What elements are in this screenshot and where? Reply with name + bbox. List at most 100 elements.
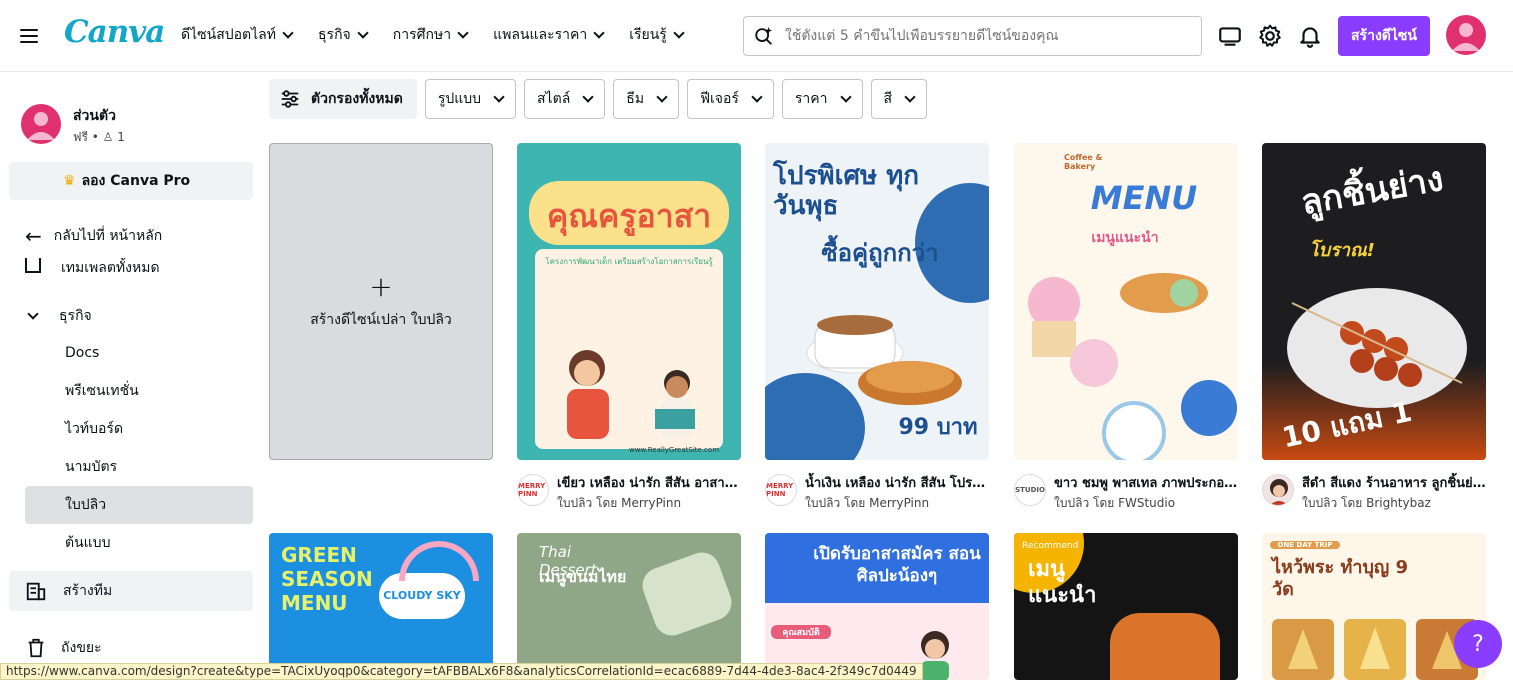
- template-creator[interactable]: ใบปลิว โดย MerryPinn: [557, 494, 681, 513]
- filter-label: สี: [883, 91, 893, 107]
- sidebar-item-presentations[interactable]: พรีเซนเทชั่น: [25, 372, 253, 410]
- poster-title: โปรพิเศษ ทุกวันพุธ: [773, 161, 920, 221]
- filter-label: สไตล์: [537, 91, 571, 107]
- poster-subtitle: ONE DAY TRIP: [1270, 541, 1340, 549]
- create-team-button[interactable]: สร้างทีม: [9, 571, 253, 611]
- template-thumbnail[interactable]: ลูกชิ้นย่าง โบราณ! 10 แถม 1: [1262, 143, 1486, 460]
- create-design-button[interactable]: สร้างดีไซน์: [1338, 16, 1430, 56]
- bakery-illustration: [1028, 273, 1237, 460]
- template-thumbnail[interactable]: ONE DAY TRIP ไหว้พระ ทำบุญ 9 วัด: [1262, 533, 1486, 680]
- search-input[interactable]: [785, 28, 1185, 44]
- gear-icon[interactable]: [1257, 23, 1283, 49]
- back-to-home-link[interactable]: ← กลับไปที่ หน้าหลัก: [25, 224, 162, 248]
- bell-icon[interactable]: [1297, 23, 1323, 49]
- poster-subtitle: CLOUDY SKY: [383, 589, 461, 602]
- template-creator[interactable]: ใบปลิว โดย FWStudio: [1054, 494, 1175, 513]
- template-meta: MERRY PINN เขียว เหลือง น่ารัก สีสัน อาส…: [517, 472, 741, 512]
- filter-style[interactable]: สไตล์: [524, 79, 606, 119]
- template-thumbnail[interactable]: Thai Dessert เมนูขนมไทย: [517, 533, 741, 680]
- chevron-down-icon: [457, 26, 469, 39]
- sidebar-item-business[interactable]: ธุรกิจ: [25, 305, 92, 327]
- template-thumbnail[interactable]: คุณครูอาสา โครงการพัฒนาเด็ก เตรียมสร้างโ…: [517, 143, 741, 460]
- poster-title: เมนูแนะนำ: [1028, 557, 1097, 608]
- nav-plans-pricing[interactable]: แพลนและราคา: [493, 24, 605, 46]
- sidebar-item-all-templates[interactable]: เทมเพลตทั้งหมด: [25, 258, 160, 278]
- template-thumbnail[interactable]: เปิดรับอาสาสมัคร สอนศิลปะน้องๆ คุณสมบัติ: [765, 533, 989, 680]
- nav-label: เรียนรู้: [629, 27, 667, 43]
- filter-feature[interactable]: ฟีเจอร์: [687, 79, 774, 119]
- template-title[interactable]: สีดำ สีแดง ร้านอาหาร ลูกชิ้นย่าง: [1302, 472, 1486, 493]
- sidebar-item-business-cards[interactable]: นามบัตร: [25, 448, 253, 486]
- sidebar-item-mockups[interactable]: ต้นแบบ: [25, 524, 253, 562]
- nav-design-spotlight[interactable]: ดีไซน์สปอตไลท์: [181, 24, 294, 46]
- filter-theme[interactable]: ธีม: [613, 79, 680, 119]
- nav-business[interactable]: ธุรกิจ: [318, 24, 369, 46]
- search-bar[interactable]: [743, 16, 1202, 56]
- creator-avatar[interactable]: STUDIO: [1014, 474, 1046, 506]
- help-button[interactable]: ?: [1454, 620, 1502, 668]
- filter-color[interactable]: สี: [870, 79, 928, 119]
- sidebar-item-label: ถังขยะ: [61, 640, 102, 656]
- create-blank-flyer-card[interactable]: + สร้างดีไซน์เปล่า ใบปลิว: [269, 143, 493, 460]
- template-meta: สีดำ สีแดง ร้านอาหาร ลูกชิ้นย่าง ใบปลิว …: [1262, 472, 1486, 512]
- grilled-meatball-illustration: [1287, 288, 1467, 408]
- nav-label: ดีไซน์สปอตไลท์: [181, 27, 276, 43]
- temple-photos: [1272, 619, 1478, 680]
- sidebar-item-label: เทมเพลตทั้งหมด: [61, 260, 160, 276]
- sidebar-item-whiteboards[interactable]: ไวท์บอร์ด: [25, 410, 253, 448]
- nav-label: การศึกษา: [392, 27, 452, 43]
- template-thumbnail[interactable]: โปรพิเศษ ทุกวันพุธ ซื้อคู่ถูกกว่า 99 บาท: [765, 143, 989, 460]
- chevron-down-icon: [582, 90, 594, 103]
- canva-logo[interactable]: Canva: [64, 14, 165, 50]
- crown-icon: ♛: [63, 173, 76, 189]
- desktop-icon[interactable]: [1217, 23, 1243, 49]
- template-creator[interactable]: ใบปลิว โดย MerryPinn: [805, 494, 929, 513]
- sidebar-item-flyers[interactable]: ใบปลิว: [25, 486, 253, 524]
- profile-meta: ฟรี • ♙ 1: [73, 130, 125, 144]
- filter-label: ฟีเจอร์: [700, 91, 739, 107]
- poster-subtitle: ซื้อคู่ถูกกว่า: [821, 239, 939, 267]
- template-title[interactable]: ขาว ชมพู พาสเทล ภาพประกอบ เมนู: [1054, 472, 1238, 493]
- trash-icon: [28, 638, 44, 658]
- all-filters-button[interactable]: ตัวกรองทั้งหมด: [269, 79, 417, 119]
- template-creator[interactable]: ใบปลิว โดย Brightybaz: [1302, 494, 1431, 513]
- template-thumbnail[interactable]: GREEN SEASON MENU CLOUDY SKY: [269, 533, 493, 680]
- sidebar-item-docs[interactable]: Docs: [25, 334, 253, 372]
- sidebar-item-trash[interactable]: ถังขยะ: [25, 637, 102, 659]
- profile-switcher[interactable]: ส่วนตัว ฟรี • ♙ 1: [21, 104, 125, 144]
- template-title[interactable]: น้ำเงิน เหลือง น่ารัก สีสัน โปรโมชั่น: [805, 472, 989, 493]
- menu-icon[interactable]: [18, 25, 40, 47]
- sidebar: ส่วนตัว ฟรี • ♙ 1 ♛ ลอง Canva Pro ← กลับ…: [0, 72, 262, 680]
- filter-label: ตัวกรองทั้งหมด: [311, 91, 403, 107]
- nav-education[interactable]: การศึกษา: [392, 24, 469, 46]
- template-meta: MERRY PINN น้ำเงิน เหลือง น่ารัก สีสัน โ…: [765, 472, 989, 512]
- template-title[interactable]: เขียว เหลือง น่ารัก สีสัน อาสาสมัคร: [557, 472, 741, 493]
- user-silhouette-icon: [1452, 23, 1480, 51]
- chevron-down-icon: [593, 26, 605, 39]
- poster-title: MENU: [1090, 179, 1198, 217]
- chevron-down-icon: [751, 90, 763, 103]
- poster-subtitle: โครงการพัฒนาเด็ก เตรียมสร้างโอกาสการเรีย…: [545, 257, 713, 266]
- chevron-down-icon: [282, 26, 294, 39]
- poster-food: [1110, 613, 1220, 680]
- creator-avatar[interactable]: [1262, 474, 1294, 506]
- filter-format[interactable]: รูปแบบ: [424, 79, 517, 119]
- template-thumbnail[interactable]: Recommend เมนูแนะนำ: [1014, 533, 1238, 680]
- poster-title: GREEN SEASON MENU: [281, 543, 373, 615]
- magic-search-icon: [755, 26, 773, 45]
- filter-price[interactable]: ราคา: [781, 79, 863, 119]
- poster-title: เปิดรับอาสาสมัคร สอนศิลปะน้องๆ: [813, 544, 981, 586]
- nav-learn[interactable]: เรียนรู้: [629, 24, 685, 46]
- poster-brand-text: Coffee & Bakery: [1064, 153, 1103, 171]
- chevron-down-icon: [673, 26, 685, 39]
- creator-avatar[interactable]: MERRY PINN: [765, 474, 797, 506]
- poster-subtitle: เมนูขนมไทย: [539, 567, 627, 586]
- chevron-down-icon: [839, 90, 852, 103]
- creator-avatar[interactable]: MERRY PINN: [517, 474, 549, 506]
- template-thumbnail[interactable]: Coffee & Bakery MENU เมนูแนะนำ: [1014, 143, 1238, 460]
- poster-subtitle: Recommend: [1022, 541, 1079, 551]
- teacher-illustration: [567, 350, 695, 439]
- try-pro-button[interactable]: ♛ ลอง Canva Pro: [9, 162, 253, 200]
- avatar[interactable]: [1446, 15, 1486, 55]
- building-icon: [26, 582, 46, 601]
